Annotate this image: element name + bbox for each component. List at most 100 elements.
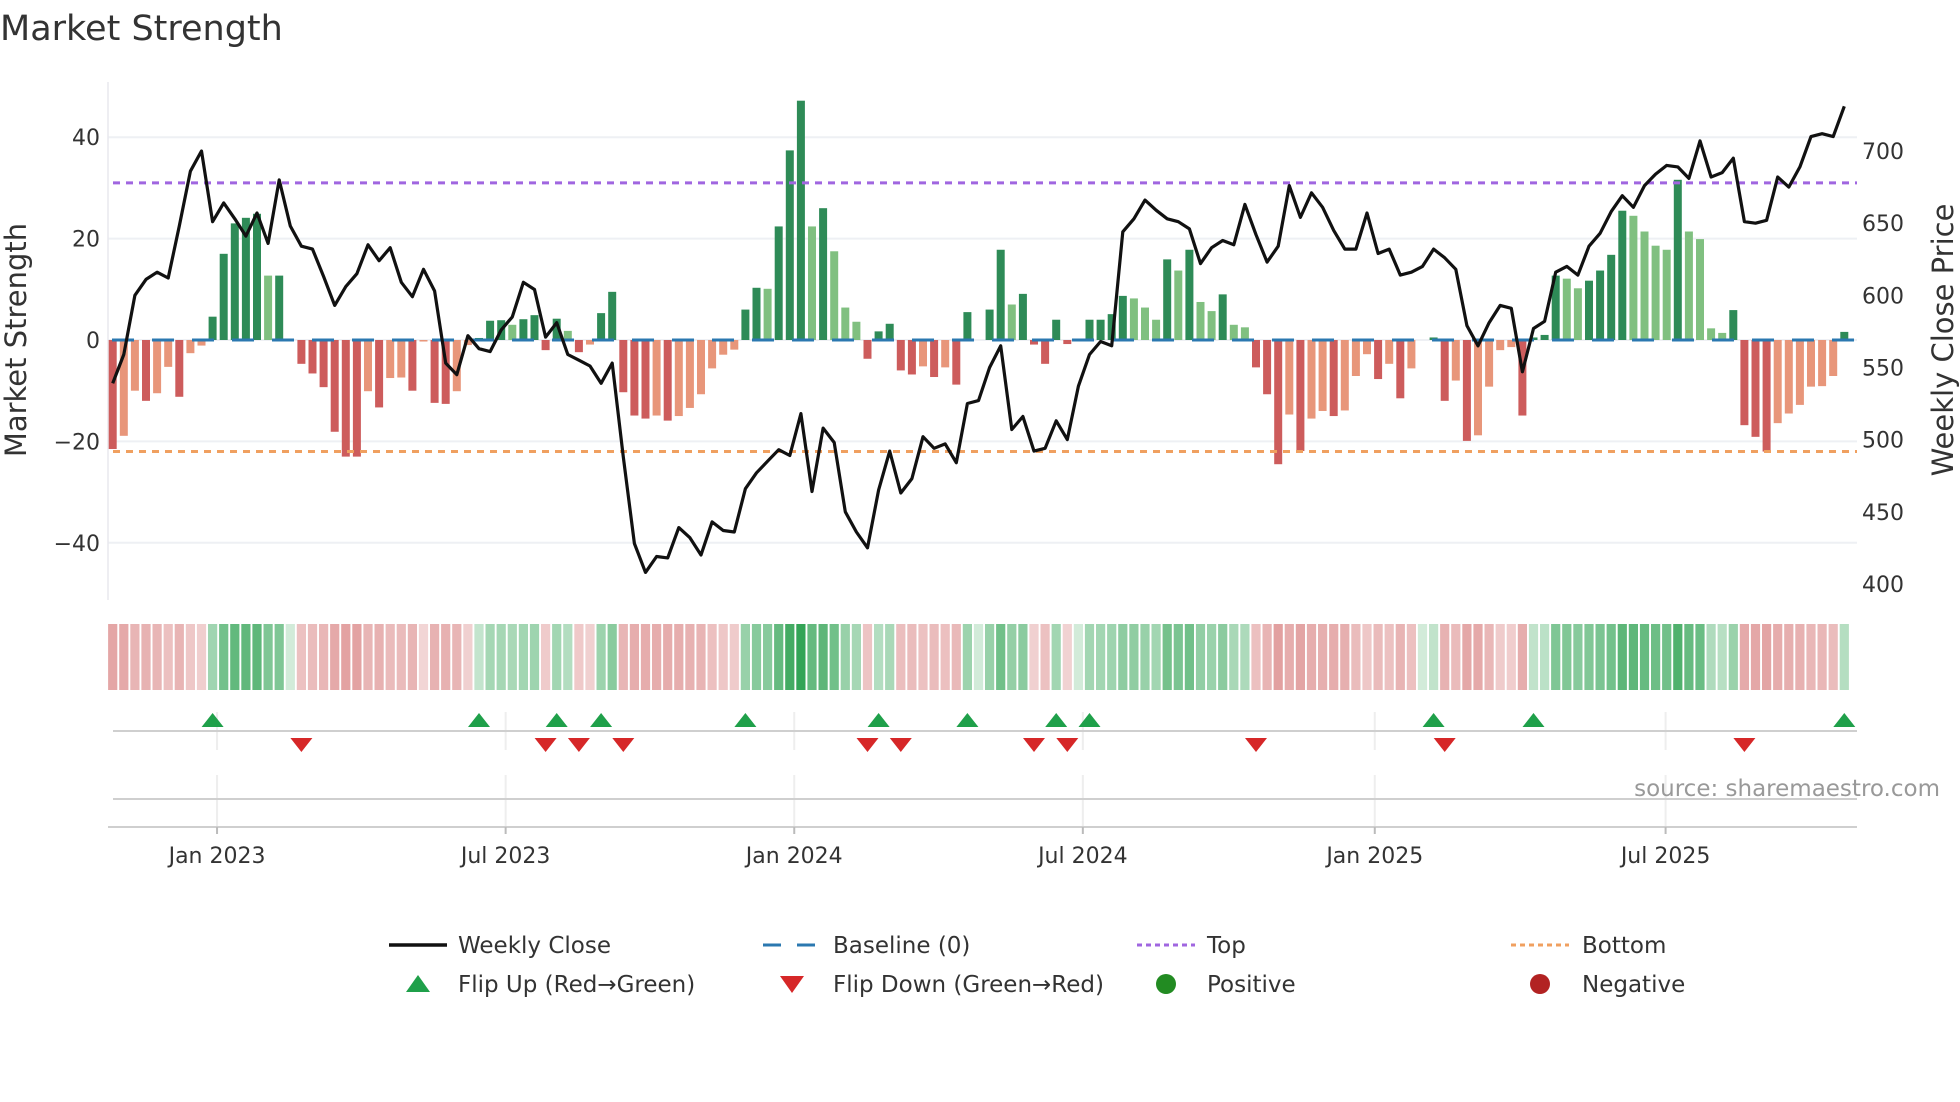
legend-item: Bottom [1511,933,1666,959]
strength-bar [386,340,395,379]
heatmap-cell [396,624,406,690]
strength-bar [819,208,828,340]
heatmap-cell [1551,624,1561,690]
heatmap-cell [918,624,928,690]
heatmap-cell [1140,624,1150,690]
heatmap-cell [1251,624,1261,690]
heatmap-cell [1007,624,1017,690]
heatmap-cell [352,624,362,690]
flip-up-marker [201,713,224,727]
strength-bar [1596,270,1605,340]
x-axis-ticks: Jan 2023 Jul 2023 Jan 2024 Jul 2024 Jan 2025… [167,827,1710,869]
flip-up-marker [468,713,490,727]
heatmap-cell [1129,624,1139,690]
strength-bar [1696,239,1704,340]
strength-bar [663,340,672,421]
flip-up-marker [1078,713,1101,727]
strength-bar [1185,249,1194,340]
strength-bar [1118,295,1127,340]
heatmap-cell [1562,624,1572,690]
strength-bar [963,312,972,340]
y-tick-label: 0 [86,329,100,354]
legend: Weekly Close Baseline (0) Top Bottom Flip Up… [389,933,1685,998]
heatmap-cell [1440,624,1450,690]
heatmap-cell [985,624,995,690]
heatmap-cell [1406,624,1416,690]
strength-bar [796,100,805,340]
heatmap-cell [163,624,173,690]
heatmap-cell [862,624,873,690]
strength-bar [630,340,639,416]
strength-bar [1007,304,1016,340]
heatmap-cell [1062,624,1072,690]
strength-bar [1207,311,1216,340]
heatmap-cell [252,624,262,690]
heatmap-cell [1051,624,1061,690]
strength-bar [397,340,406,378]
heatmap-cell [1773,624,1783,690]
strength-bar [1773,340,1782,424]
heatmap-cell [1229,624,1239,690]
heatmap-cell [463,624,473,690]
heatmap-cell [1284,624,1294,690]
strength-bar [1141,307,1149,340]
strength-bar [1041,340,1050,364]
heatmap-cell [652,624,662,690]
heatmap-cell [1218,624,1228,690]
y2-axis-label: Weekly Close Price [1926,204,1960,477]
strength-bar [719,340,728,355]
strength-bar [907,340,916,375]
heatmap-cell [130,624,140,690]
strength-bar [1629,215,1638,340]
circle-green-icon [1156,974,1176,994]
legend-item: Top [1137,933,1246,959]
strength-bar [1540,334,1549,340]
heatmap-cell [1817,624,1827,690]
y2-tick-label: 600 [1862,284,1904,309]
heatmap-cell [585,624,595,690]
heatmap-cell [1662,624,1672,690]
y2-tick-label: 650 [1862,212,1904,237]
heatmap-cell [1329,624,1339,690]
strength-bar [308,340,317,374]
x-tick-label: Jan 2023 [167,844,266,869]
heatmap-cell [840,624,850,690]
flip-up-marker [1833,713,1856,727]
strength-bar [763,288,772,340]
strength-bar [1196,301,1205,340]
heatmap-cell [607,624,617,690]
heatmap-cell [152,624,162,690]
strength-bar [375,340,384,408]
heatmap-cell [885,624,895,690]
heatmap-cell [1762,624,1772,690]
heatmap-cell [1651,624,1661,690]
heatmap-cell [1684,624,1694,690]
heatmap-cell [1207,624,1217,690]
heatmap-cell [951,624,961,690]
heatmap-cell [1173,624,1183,690]
strength-bar [253,213,261,340]
legend-label: Positive [1207,972,1296,998]
strength-bar [1651,245,1660,340]
strength-bar [330,340,339,432]
heatmap-cell [874,624,884,690]
heatmap-cell [718,624,728,690]
heatmap-cell [430,624,440,690]
heatmap-cell [219,624,229,690]
heatmap-cell [518,624,528,690]
y-axis-label: Market Strength [0,223,33,457]
heatmap-cell [618,624,628,690]
strength-bar [1052,319,1061,340]
strength-bar [419,340,428,342]
source-label: source: sharemaestro.com [1634,776,1940,802]
heatmap-cell [1717,624,1727,690]
heatmap-cell [851,624,861,690]
heatmap-cell [285,624,295,690]
strength-bar [1296,340,1305,452]
strength-bar [1640,231,1649,340]
heatmap-cell [1340,624,1350,690]
y-tick-label: 40 [72,126,100,151]
legend-label: Negative [1582,972,1685,998]
strength-bar [264,275,273,340]
heatmap-cell [407,624,417,690]
